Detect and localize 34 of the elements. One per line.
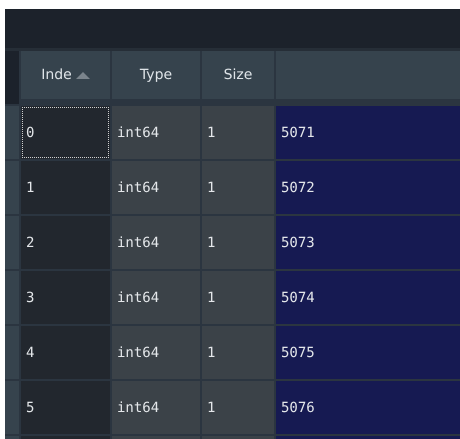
table-cell: int64 <box>112 381 200 434</box>
row-header[interactable] <box>5 216 19 269</box>
table-cell: 5 <box>21 381 110 434</box>
corner-header <box>5 51 19 104</box>
table-cell: int64 <box>112 161 200 214</box>
table-cell: 5071 <box>276 106 460 159</box>
table-cell: 5076 <box>276 381 460 434</box>
row-header[interactable] <box>5 271 19 324</box>
table-cell: 1 <box>202 271 274 324</box>
table-cell: 5073 <box>276 216 460 269</box>
table-cell: int64 <box>112 106 200 159</box>
row-header[interactable] <box>5 381 19 434</box>
table-cell: 1 <box>202 381 274 434</box>
table-cell: 1 <box>202 216 274 269</box>
column-header[interactable]: Size <box>202 51 274 99</box>
column-header[interactable]: Inde <box>21 51 110 99</box>
table-cell: 5074 <box>276 271 460 324</box>
table-cell: 0 <box>21 106 110 159</box>
table-cell: int64 <box>112 271 200 324</box>
table-cell: 3 <box>21 271 110 324</box>
table-cell: 5075 <box>276 326 460 379</box>
row-header[interactable] <box>5 326 19 379</box>
table-cell: 1 <box>202 326 274 379</box>
table-cell: int64 <box>112 216 200 269</box>
row-header[interactable] <box>5 161 19 214</box>
table-cell: 1 <box>202 106 274 159</box>
table-cell: 2 <box>21 216 110 269</box>
row-header[interactable] <box>5 106 19 159</box>
table-cell: 1 <box>202 161 274 214</box>
column-header[interactable]: Type <box>112 51 200 99</box>
table-cell: int64 <box>112 326 200 379</box>
table-cell: 1 <box>21 161 110 214</box>
table-cell: 4 <box>21 326 110 379</box>
table-cell: 5072 <box>276 161 460 214</box>
